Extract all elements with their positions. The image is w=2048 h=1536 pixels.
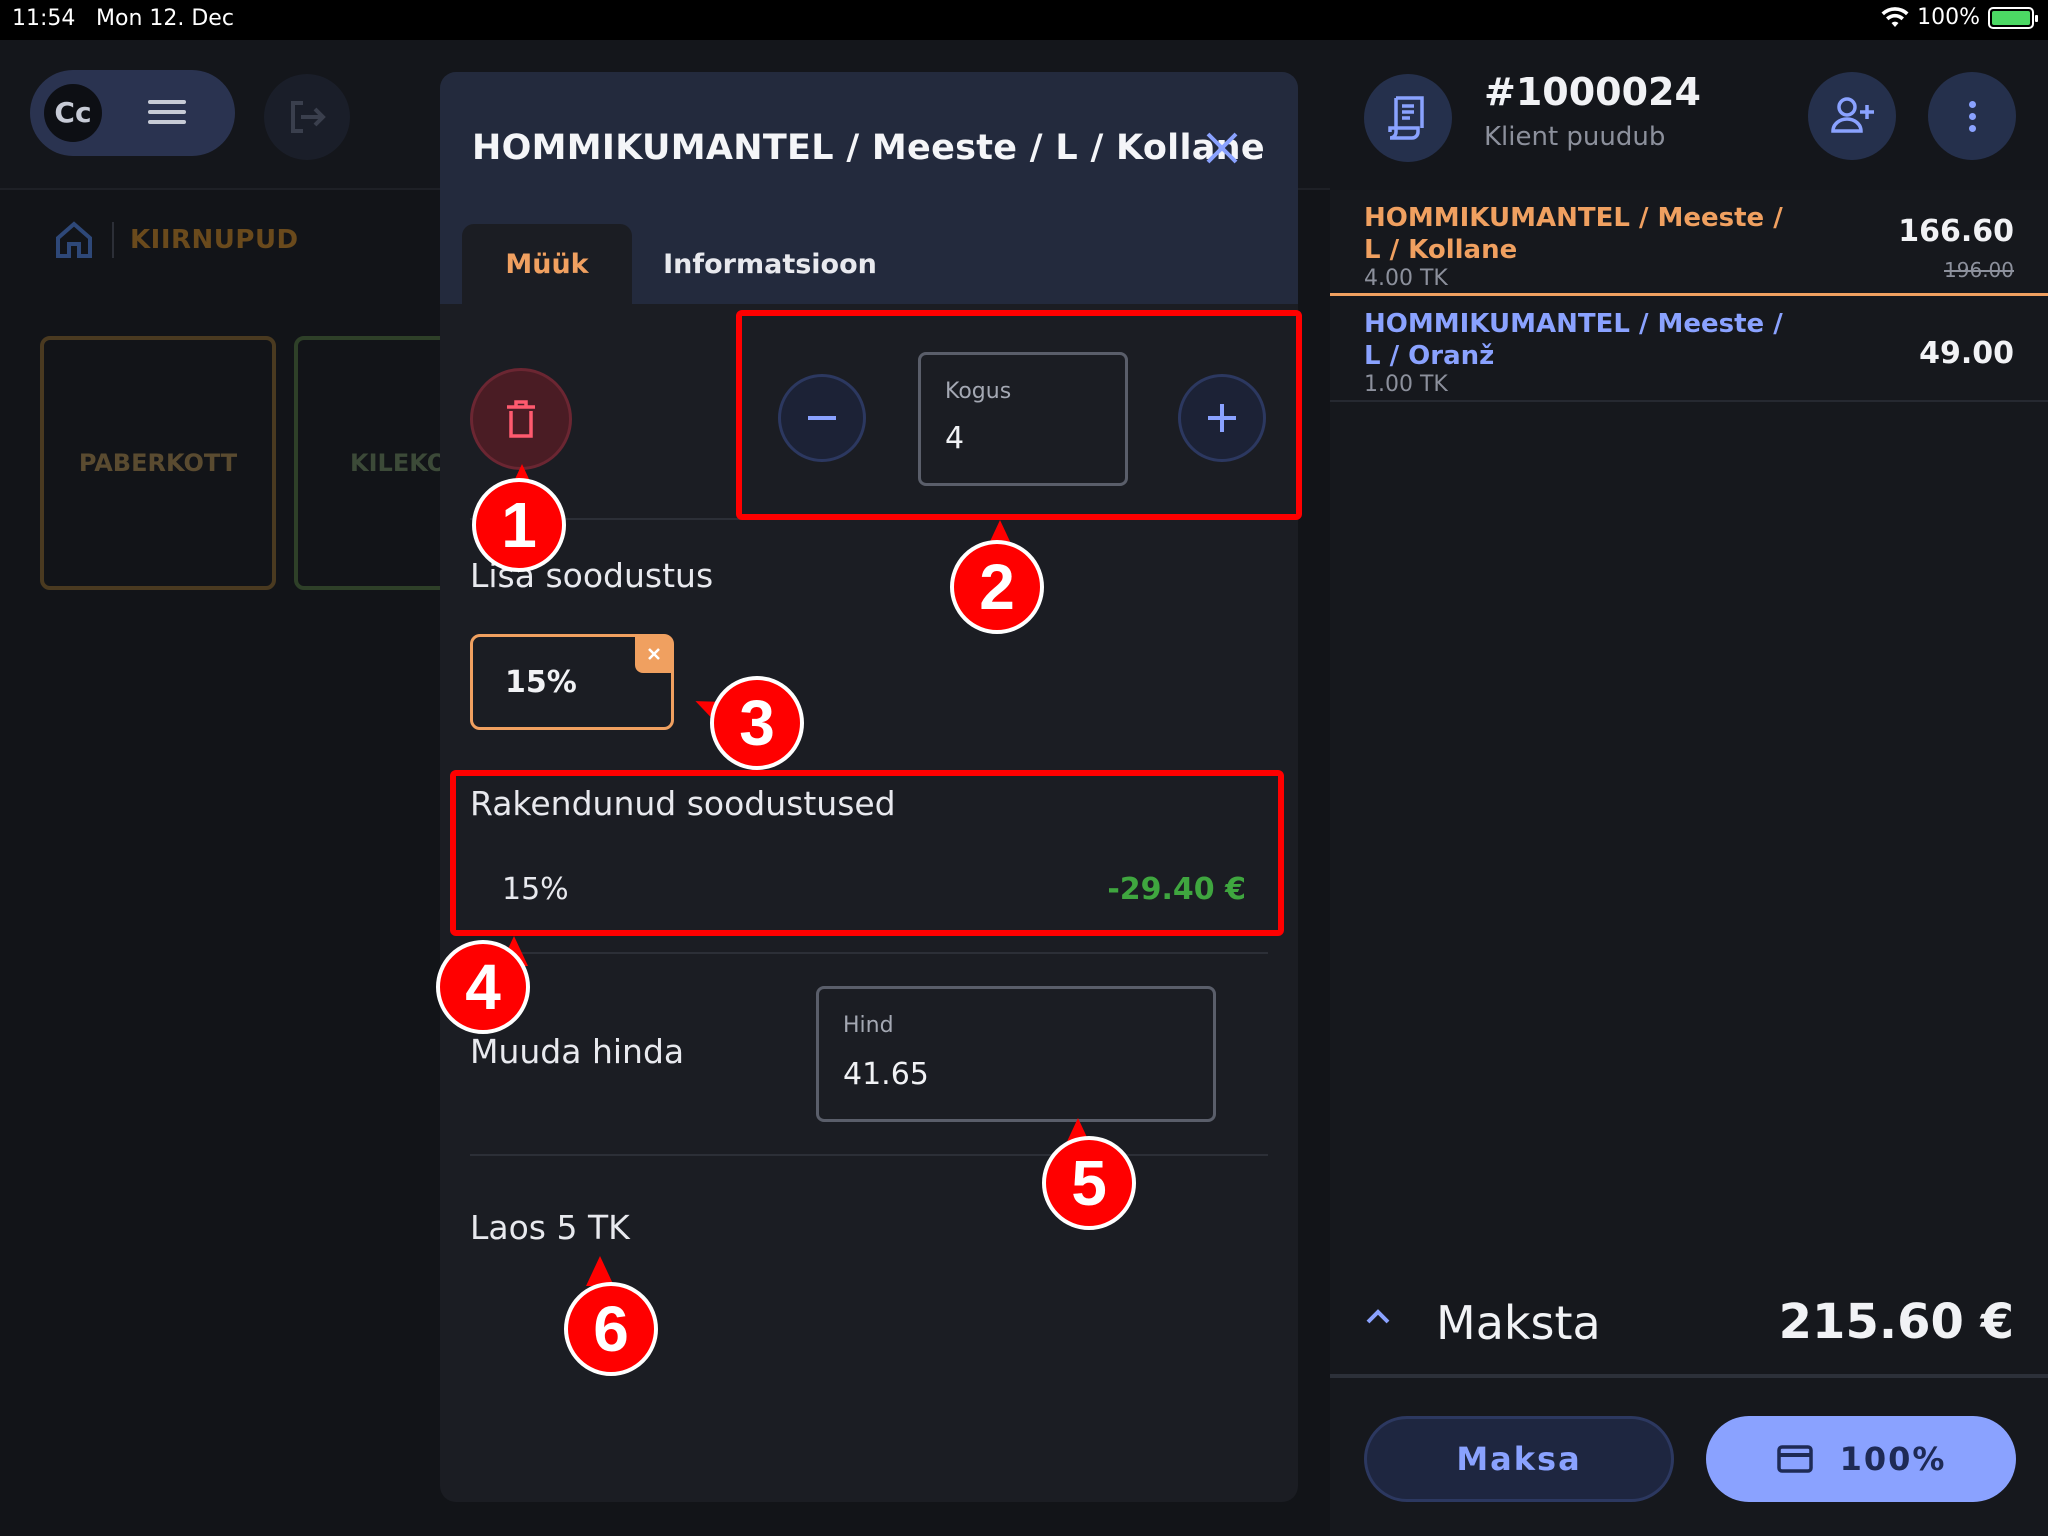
pay-button[interactable]: Maksa	[1364, 1416, 1674, 1502]
line-item-qty: 1.00 TK	[1364, 372, 1448, 397]
remove-discount-button[interactable]	[635, 635, 673, 673]
price-label: Hind	[843, 1013, 894, 1038]
card-pay-label: 100%	[1839, 1440, 1947, 1478]
line-item-name-line1: HOMMIKUMANTEL / Meeste /	[1364, 309, 1783, 339]
order-total: 215.60 €	[1778, 1294, 2014, 1350]
hamburger-icon	[148, 100, 186, 124]
line-item-qty: 4.00 TK	[1364, 266, 1448, 291]
logout-button[interactable]	[264, 74, 350, 160]
breadcrumb-label[interactable]: KIIRNUPUD	[130, 225, 299, 255]
stock-info: Laos 5 TK	[470, 1208, 630, 1247]
annotation-badge-6: 6	[564, 1282, 658, 1376]
line-item-name-line2: L / Oranž	[1364, 341, 1495, 371]
card-pay-button[interactable]: 100%	[1706, 1416, 2016, 1502]
trash-icon	[507, 400, 535, 438]
price-value: 41.65	[843, 1057, 929, 1092]
home-icon[interactable]	[52, 218, 96, 262]
divider	[470, 1154, 1268, 1156]
tab-sale[interactable]: Müük	[462, 224, 632, 304]
breadcrumb: KIIRNUPUD	[52, 218, 299, 262]
receipt-button[interactable]	[1364, 74, 1452, 162]
line-item-old-price: 196.00	[1944, 258, 2014, 282]
order-panel: #1000024 Klient puudub HOMMIKUMANTEL / M…	[1330, 40, 2048, 1536]
modal-title: HOMMIKUMANTEL / Meeste / L / Kollane	[472, 128, 1265, 168]
quick-button-paberkott[interactable]: PABERKOTT	[40, 336, 276, 590]
order-number: #1000024	[1484, 70, 1701, 114]
breadcrumb-separator	[112, 222, 114, 258]
annotation-badge-1: 1	[472, 478, 566, 572]
divider	[470, 952, 1268, 954]
delete-item-button[interactable]	[470, 368, 572, 470]
line-item-price: 166.60	[1898, 214, 2014, 249]
modal-header: HOMMIKUMANTEL / Meeste / L / Kollane Müü…	[440, 72, 1298, 304]
close-icon[interactable]	[1200, 126, 1244, 170]
annotation-badge-2: 2	[950, 540, 1044, 634]
line-item-name: HOMMIKUMANTEL / Meeste / L / Kollane	[1364, 202, 1784, 266]
line-item-name: HOMMIKUMANTEL / Meeste / L / Oranž	[1364, 308, 1784, 372]
chevron-up-icon	[1366, 1309, 1390, 1324]
line-item-name-line2: L / Kollane	[1364, 235, 1518, 265]
app-logo: Cc	[44, 84, 102, 142]
annotation-badge-4: 4	[436, 940, 530, 1034]
annotation-box-applied-discounts	[450, 770, 1284, 936]
menu-pill[interactable]: Cc	[30, 70, 235, 156]
line-item-price: 49.00	[1919, 336, 2014, 371]
pay-label: Maksta	[1436, 1296, 1601, 1350]
wifi-icon	[1881, 6, 1909, 27]
line-item-name-line1: HOMMIKUMANTEL / Meeste /	[1364, 203, 1783, 233]
discount-chip-value: 15%	[505, 665, 577, 700]
order-header: #1000024 Klient puudub	[1330, 40, 2048, 190]
status-bar: 11:54 Mon 12. Dec 100%	[0, 0, 2048, 40]
tab-information[interactable]: Informatsioon	[660, 224, 880, 304]
order-client: Klient puudub	[1484, 122, 1666, 152]
credit-card-icon	[1776, 1445, 1813, 1473]
order-line-item[interactable]: HOMMIKUMANTEL / Meeste / L / Kollane 4.0…	[1330, 192, 2048, 296]
order-line-item[interactable]: HOMMIKUMANTEL / Meeste / L / Oranž 1.00 …	[1330, 298, 2048, 402]
more-vertical-icon	[1968, 96, 1976, 137]
receipt-icon	[1388, 96, 1424, 140]
add-customer-button[interactable]	[1808, 72, 1896, 160]
close-icon	[648, 648, 660, 660]
annotation-box-quantity	[736, 310, 1302, 520]
add-user-icon	[1831, 97, 1874, 133]
status-right: 100%	[1881, 5, 2038, 30]
status-time: 11:54	[12, 6, 76, 31]
logout-icon	[291, 101, 326, 133]
battery-icon	[1988, 6, 2038, 29]
price-field[interactable]: Hind 41.65	[816, 986, 1216, 1122]
battery-percent: 100%	[1917, 5, 1980, 30]
discount-chip[interactable]: 15%	[470, 634, 674, 730]
annotation-badge-5: 5	[1042, 1136, 1136, 1230]
payment-summary[interactable]: Maksta 215.60 €	[1330, 1276, 2048, 1378]
status-date: Mon 12. Dec	[96, 6, 234, 31]
change-price-label: Muuda hinda	[470, 1032, 685, 1071]
more-options-button[interactable]	[1928, 72, 2016, 160]
annotation-badge-3: 3	[710, 676, 804, 770]
